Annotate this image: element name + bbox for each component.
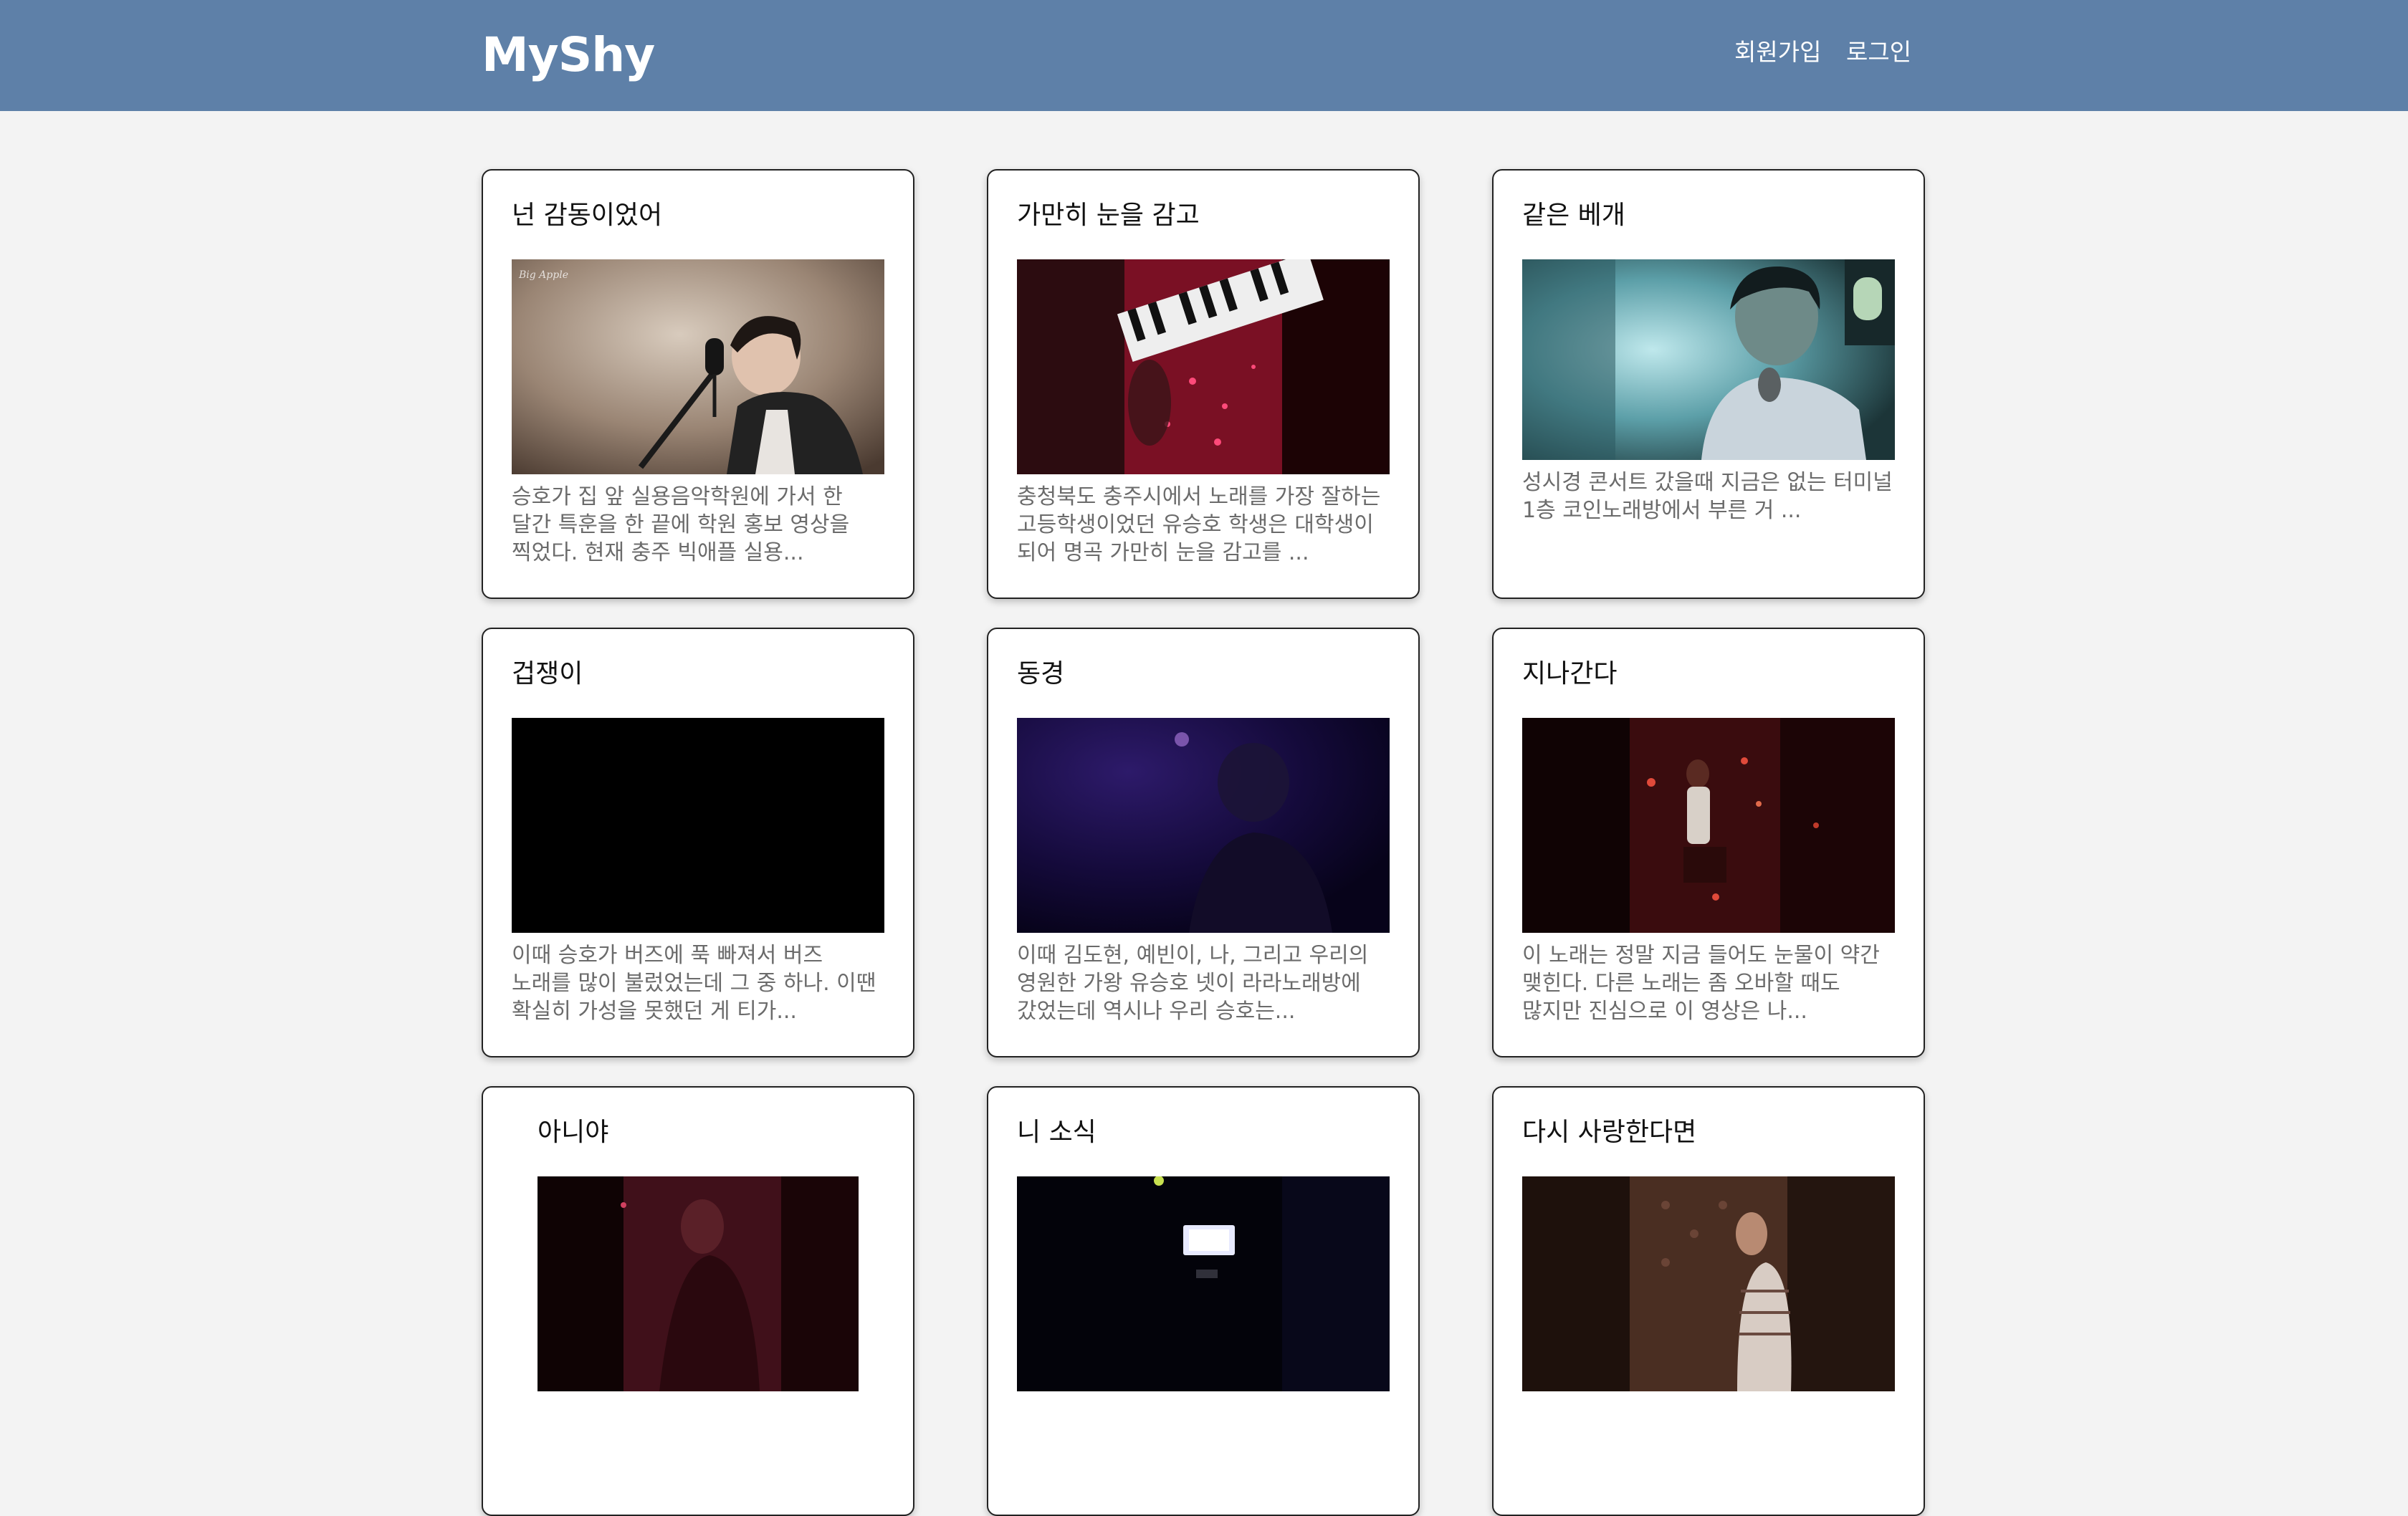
video-thumbnail[interactable] <box>1522 1176 1895 1391</box>
singer-studio-image: Big Apple <box>512 259 884 474</box>
video-card[interactable]: 니 소식 <box>987 1086 1420 1516</box>
video-thumbnail[interactable] <box>1522 718 1895 933</box>
patterned-wall-image <box>1522 1176 1895 1391</box>
card-title: 니 소식 <box>1017 1118 1096 1147</box>
video-thumbnail[interactable] <box>512 718 884 933</box>
black-video-image <box>512 718 884 933</box>
video-thumbnail[interactable] <box>1522 259 1895 460</box>
card-title: 넌 감동이었어 <box>512 201 663 230</box>
card-description: 이 노래는 정말 지금 들어도 눈물이 약간 맺힌다. 다른 노래는 좀 오바할… <box>1522 943 1880 1024</box>
video-thumbnail[interactable] <box>1017 718 1390 933</box>
brand-logo[interactable]: MyShy <box>482 27 655 83</box>
card-title: 겁쟁이 <box>512 659 583 689</box>
card-description: 성시경 콘서트 갔을때 지금은 없는 터미널 1층 코인노래방에서 부른 거 .… <box>1522 470 1893 523</box>
coin-karaoke-image <box>1522 259 1895 460</box>
watermark-text: Big Apple <box>518 269 568 281</box>
video-card[interactable]: 지나간다 이 노래는 정말 지금 들어도 눈물이 약간 맺힌다. 다른 노래는 … <box>1492 628 1925 1057</box>
video-thumbnail[interactable]: Big Apple <box>512 259 884 474</box>
video-card[interactable]: 넌 감동이었어 Big Apple 승호가 집 앞 실용음악학원에 가서 한 달… <box>482 169 914 599</box>
dark-screen-image <box>1017 1176 1390 1391</box>
karaoke-room-image <box>1017 259 1390 474</box>
red-singer-image <box>538 1176 859 1391</box>
red-lit-room-image <box>1522 718 1895 933</box>
card-description: 충청북도 충주시에서 노래를 가장 잘하는 고등학생이었던 유승호 학생은 대학… <box>1017 484 1381 565</box>
video-card[interactable]: 가만히 눈을 감고 충청북도 충주시에서 노래를 가장 잘하는 고등학생이었던 … <box>987 169 1420 599</box>
card-description: 이때 승호가 버즈에 푹 빠져서 버즈 노래를 많이 불렀었는데 그 중 하나.… <box>512 943 876 1024</box>
dark-purple-room-image <box>1017 718 1390 933</box>
video-thumbnail[interactable] <box>538 1176 859 1391</box>
card-title: 지나간다 <box>1522 659 1618 689</box>
video-thumbnail[interactable] <box>1017 259 1390 474</box>
video-thumbnail[interactable] <box>1017 1176 1390 1391</box>
video-card[interactable]: 같은 베개 성시경 콘서트 갔을때 지금은 없는 터미널 1층 코인노래방에서 … <box>1492 169 1925 599</box>
video-card[interactable]: 다시 사랑한다면 <box>1492 1086 1925 1516</box>
card-description: 승호가 집 앞 실용음악학원에 가서 한 달간 특훈을 한 끝에 학원 홍보 영… <box>512 484 850 565</box>
video-card[interactable]: 겁쟁이 이때 승호가 버즈에 푹 빠져서 버즈 노래를 많이 불렀었는데 그 중… <box>482 628 914 1057</box>
card-title: 가만히 눈을 감고 <box>1017 201 1200 230</box>
card-title: 다시 사랑한다면 <box>1522 1118 1697 1147</box>
navbar: MyShy 회원가입 로그인 <box>0 0 2408 111</box>
card-title: 같은 베개 <box>1522 201 1625 230</box>
signup-link[interactable]: 회원가입 <box>1734 36 1821 69</box>
video-card[interactable]: 아니야 <box>482 1086 914 1516</box>
card-title: 동경 <box>1017 659 1065 689</box>
login-link[interactable]: 로그인 <box>1846 36 1911 69</box>
video-card[interactable]: 동경 이때 김도현, 예빈이, 나, 그리고 우리의 영원한 가왕 유승호 넷이… <box>987 628 1420 1057</box>
card-title: 아니야 <box>538 1118 609 1147</box>
card-description: 이때 김도현, 예빈이, 나, 그리고 우리의 영원한 가왕 유승호 넷이 라라… <box>1017 943 1369 1024</box>
